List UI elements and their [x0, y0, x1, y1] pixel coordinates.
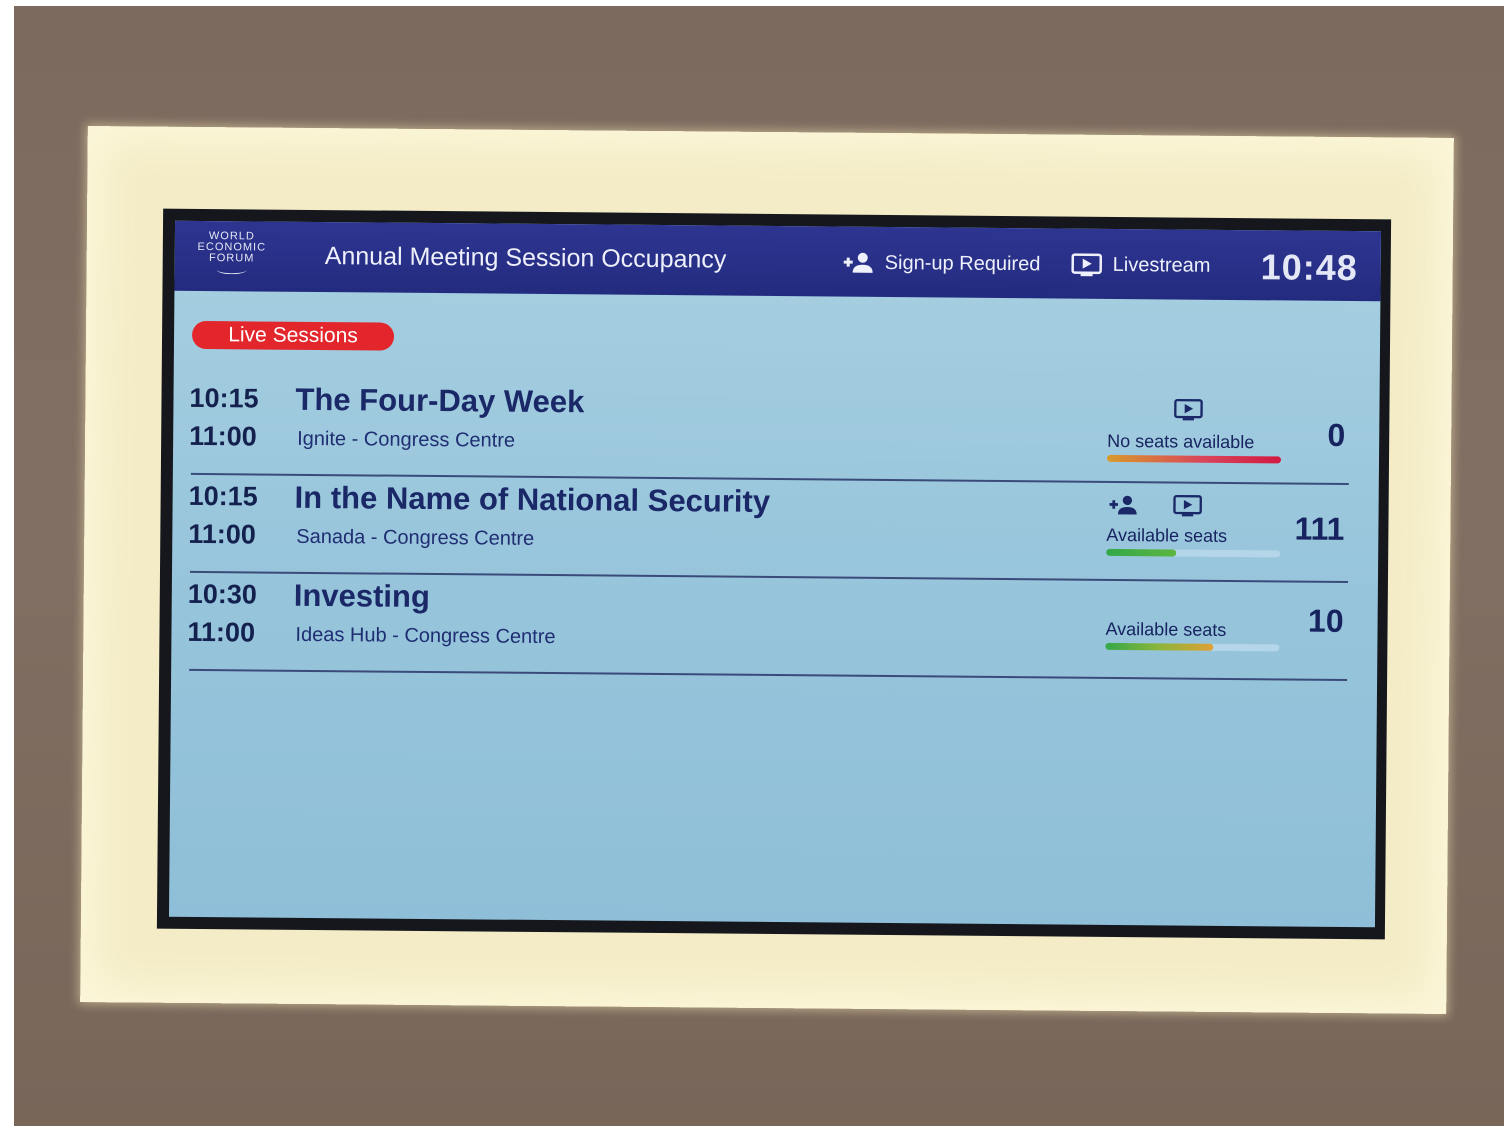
session-row[interactable]: 10:15 11:00 The Four-Day Week Ignite - C…: [173, 377, 1380, 486]
session-row[interactable]: 10:15 11:00 In the Name of National Secu…: [172, 475, 1379, 584]
session-venue: Ignite - Congress Centre: [297, 427, 516, 452]
occupancy-bar: [1106, 548, 1281, 558]
wef-logo: WORLD ECONOMIC FORUM: [195, 230, 269, 282]
header-bar: WORLD ECONOMIC FORUM Annual Meeting Sess…: [174, 220, 1382, 302]
session-title: In the Name of National Security: [294, 479, 771, 519]
seat-status-label: Available seats: [1105, 618, 1227, 640]
session-venue: Sanada - Congress Centre: [296, 525, 535, 550]
session-start-time: 10:15: [189, 382, 259, 414]
session-title: Investing: [293, 577, 431, 614]
seat-status-label: No seats available: [1107, 430, 1255, 453]
current-time: 10:48: [1260, 246, 1358, 289]
available-seat-count: 10: [1307, 602, 1344, 639]
available-seat-count: 111: [1294, 510, 1345, 547]
session-end-time: 11:00: [188, 518, 257, 550]
occupancy-bar: [1106, 454, 1282, 464]
livestream-icon: [1071, 253, 1103, 277]
session-venue: Ideas Hub - Congress Centre: [295, 623, 556, 649]
livestream-icon: [1174, 398, 1203, 421]
legend-signup-required: Sign-up Required: [843, 251, 1041, 277]
legend-signup-label: Sign-up Required: [884, 251, 1041, 275]
session-end-time: 11:00: [187, 616, 256, 648]
livestream-icon: [1173, 494, 1202, 517]
page-title: Annual Meeting Session Occupancy: [324, 242, 727, 274]
occupancy-display: WORLD ECONOMIC FORUM Annual Meeting Sess…: [168, 220, 1382, 928]
occupancy-bar: [1105, 642, 1280, 652]
legend-livestream: Livestream: [1071, 253, 1211, 278]
seat-status-label: Available seats: [1106, 524, 1228, 546]
legend-livestream-label: Livestream: [1112, 253, 1211, 277]
logo-arc: [216, 265, 247, 275]
available-seat-count: 0: [1327, 416, 1346, 453]
session-title: The Four-Day Week: [295, 381, 585, 420]
logo-line: FORUM: [209, 252, 255, 265]
session-start-time: 10:15: [188, 480, 258, 512]
add-person-icon: [1109, 495, 1137, 515]
occupancy-bar-fill: [1106, 454, 1282, 464]
row-divider: [189, 668, 1348, 681]
session-end-time: 11:00: [189, 420, 257, 452]
session-start-time: 10:30: [187, 578, 257, 610]
occupancy-bar-fill: [1106, 548, 1176, 557]
occupancy-bar-fill: [1105, 642, 1214, 651]
live-sessions-badge: Live Sessions: [191, 320, 395, 351]
session-row[interactable]: 10:30 11:00 Investing Ideas Hub - Congre…: [171, 573, 1378, 682]
add-person-icon: [843, 252, 873, 273]
